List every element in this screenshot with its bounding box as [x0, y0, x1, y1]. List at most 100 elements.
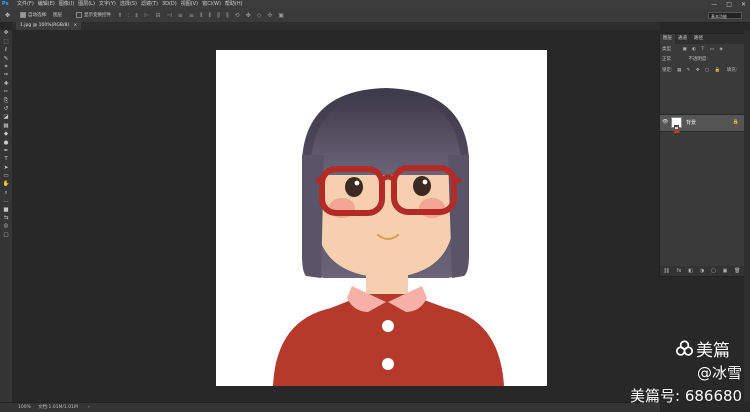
distribute-icon[interactable]: ⫼ — [226, 9, 229, 22]
shape-icon[interactable]: ▭ — [0, 173, 12, 181]
fx-icon[interactable]: fx — [677, 268, 682, 274]
watermark-user: @冰雪 — [697, 364, 743, 382]
document-tab-label: 1.jpg @ 100%(RGB/8) — [20, 23, 70, 28]
filter-icons[interactable]: ▣ ◐ T ▭ ◈ — [682, 47, 724, 52]
group-icon[interactable]: ▢ — [711, 268, 716, 274]
gradient-icon[interactable]: ▦ — [0, 122, 12, 130]
layer-filter-row: 类型 ▣ ◐ T ▭ ◈ — [662, 46, 742, 54]
more-icon[interactable]: … — [0, 198, 12, 206]
healing-icon[interactable]: ✚ — [0, 80, 12, 88]
blur-icon[interactable]: ◆ — [0, 131, 12, 139]
align-hcenter-icon[interactable]: ⊟ — [156, 9, 161, 22]
document-tab[interactable]: 1.jpg @ 100%(RGB/8) × — [16, 22, 82, 30]
menu-filter[interactable]: 滤镜(T) — [141, 0, 158, 9]
screenmode-icon[interactable]: ▢ — [0, 231, 12, 239]
menu-3d[interactable]: 3D(D) — [162, 0, 177, 9]
3d-mode-icon[interactable]: ▣ — [278, 9, 284, 22]
path-select-icon[interactable]: ➤ — [0, 164, 12, 172]
app-logo: Ps — [2, 1, 9, 7]
layer-row-background[interactable]: 👁 背景 🔒 — [660, 114, 744, 133]
menu-select[interactable]: 选择(S) — [120, 0, 137, 9]
minimize-button[interactable]: — — [711, 0, 717, 9]
layers-panel: 图层 通道 路径 类型 ▣ ◐ T ▭ ◈ 正常 不透明度: 锁定: ▦ ✎ ✥… — [659, 33, 745, 277]
distribute-icon[interactable]: ≡ — [178, 9, 183, 22]
menu-layer[interactable]: 图层(L) — [78, 0, 95, 9]
swap-icon[interactable]: ⇆ — [0, 215, 12, 223]
lock-row: 锁定: ▦ ✎ ✥ ▢ 🔒 填充: — [662, 67, 742, 75]
menu-bar: Ps 文件(F) 编辑(E) 图像(I) 图层(L) 文字(Y) 选择(S) 滤… — [0, 0, 750, 9]
link-layers-icon[interactable]: ⛓ — [663, 268, 669, 274]
watermark-brand-text: 美篇 — [696, 341, 730, 361]
meipian-logo-icon — [676, 340, 693, 356]
history-brush-icon[interactable]: ↺ — [0, 106, 12, 114]
tab-paths[interactable]: 路径 — [694, 34, 703, 44]
text-icon[interactable]: T — [0, 156, 12, 164]
colors-icon[interactable]: ■ — [0, 206, 12, 214]
lasso-icon[interactable]: ℓ — [0, 47, 12, 55]
eyedropper-icon[interactable]: ✑ — [0, 72, 12, 80]
mask-icon[interactable]: ◧ — [688, 268, 693, 274]
menu-file[interactable]: 文件(F) — [17, 0, 34, 9]
align-left-icon[interactable]: ⊢ — [144, 9, 149, 22]
distribute-icon[interactable]: ≡ — [189, 9, 194, 22]
window-controls: — □ ✕ — [711, 0, 746, 9]
brush-icon[interactable]: ✏ — [0, 89, 12, 97]
eraser-icon[interactable]: ◪ — [0, 114, 12, 122]
distribute-icon[interactable]: ⦀ — [208, 9, 211, 22]
move-tool-icon[interactable]: ✥ — [5, 9, 10, 22]
tab-channels[interactable]: 通道 — [678, 34, 687, 44]
auto-select-checkbox[interactable]: 自动选择: — [20, 9, 48, 22]
visibility-eye-icon[interactable]: 👁 — [662, 119, 668, 125]
hand-icon[interactable]: ✋ — [0, 181, 12, 189]
zoom-icon[interactable]: ⌕ — [0, 189, 12, 197]
options-bar: ✥ 自动选择: 图层 显示变换控件 ⫪ ⫶ ⫫ ⊢ ⊟ ⊣ ≡ ≡ ⦀ ⦀ ⫼ … — [0, 9, 750, 23]
align-vcenter-icon[interactable]: ⫶ — [127, 9, 129, 22]
menu-window[interactable]: 窗口(W) — [202, 0, 221, 9]
left-eye — [345, 177, 363, 197]
lock-icons[interactable]: ▦ ✎ ✥ ▢ 🔒 — [677, 68, 722, 73]
menu-image[interactable]: 图像(I) — [59, 0, 74, 9]
align-icons: ⫪ ⫶ ⫫ ⊢ ⊟ ⊣ ≡ ≡ ⦀ ⦀ ⫼ ⫼ ⟲ ✤ ◇ ✣ ▣ — [118, 9, 284, 22]
shirt — [273, 294, 504, 386]
distribute-icon[interactable]: ⫼ — [217, 9, 220, 22]
layers-panel-footer: ⛓ fx ◧ ◑ ▢ ▣ 🗑 — [660, 266, 744, 276]
distribute-icon[interactable]: ⦀ — [200, 9, 203, 22]
maximize-button[interactable]: □ — [726, 0, 732, 9]
3d-mode-icon[interactable]: ✣ — [267, 9, 272, 22]
3d-mode-icon[interactable]: ✤ — [246, 9, 251, 22]
fill-label: 填充: — [726, 68, 738, 73]
menu-type[interactable]: 文字(Y) — [99, 0, 116, 9]
right-eye — [413, 176, 431, 196]
align-bottom-icon[interactable]: ⫫ — [135, 9, 138, 22]
align-top-icon[interactable]: ⫪ — [118, 9, 121, 22]
stamp-icon[interactable]: ⎘ — [0, 97, 12, 105]
document-canvas[interactable] — [216, 50, 547, 386]
menu-view[interactable]: 视图(V) — [181, 0, 198, 9]
crop-icon[interactable]: ⌗ — [0, 64, 12, 72]
blend-mode-dropdown[interactable]: 正常 — [662, 57, 671, 62]
move-icon[interactable]: ✥ — [0, 30, 12, 38]
watermark-id: 美篇号: 686680 — [630, 387, 743, 405]
transform-checkbox[interactable]: 显示变换控件 — [76, 9, 111, 22]
auto-select-label: 自动选择: — [28, 13, 48, 18]
trash-icon[interactable]: 🗑 — [734, 268, 740, 274]
auto-select-target-dropdown[interactable]: 图层 — [53, 9, 62, 22]
close-icon[interactable]: × — [74, 23, 78, 28]
align-right-icon[interactable]: ⊣ — [167, 9, 172, 22]
menu-help[interactable]: 帮助(H) — [225, 0, 243, 9]
workspace-dropdown[interactable]: 基本功能 — [708, 12, 742, 19]
3d-mode-icon[interactable]: ◇ — [257, 9, 262, 22]
3d-mode-icon[interactable]: ⟲ — [235, 9, 240, 22]
dodge-icon[interactable]: ● — [0, 139, 12, 147]
cartoon-girl-illustration — [273, 88, 504, 386]
close-button[interactable]: ✕ — [741, 0, 746, 9]
pen-icon[interactable]: ✒ — [0, 147, 12, 155]
quick-select-icon[interactable]: ✎ — [0, 55, 12, 63]
filter-kind-dropdown[interactable]: 类型 — [662, 47, 671, 52]
menu-edit[interactable]: 编辑(E) — [38, 0, 55, 9]
tab-layers[interactable]: 图层 — [660, 34, 675, 44]
adjustment-icon[interactable]: ◑ — [700, 268, 704, 274]
new-layer-icon[interactable]: ▣ — [723, 268, 728, 274]
quickmask-icon[interactable]: ◎ — [0, 223, 12, 231]
marquee-icon[interactable]: ⬚ — [0, 38, 12, 46]
